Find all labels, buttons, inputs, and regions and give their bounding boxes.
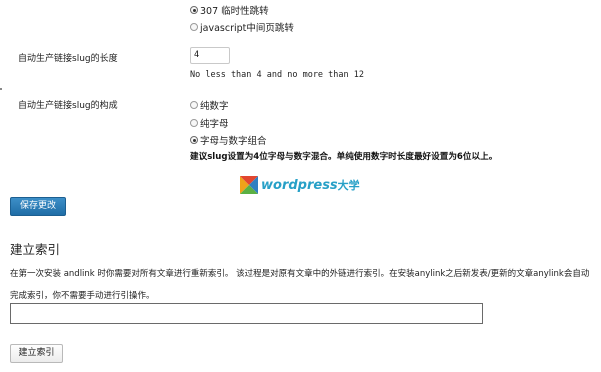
radio-javascript-label: javascript中间页跳转 [200,23,294,34]
radio-option-javascript[interactable]: javascript中间页跳转 [190,20,294,34]
slug-composition-note: 建议slug设置为4位字母与数字混合。单纯使用数字时长度最好设置为6位以上。 [190,152,498,162]
index-section-description: 在第一次安装 andlink 时你需要对所有文章进行重新索引。 该过程是对原有文… [10,269,590,301]
radio-digits-control[interactable] [190,101,198,109]
radio-307-label: 307 临时性跳转 [200,6,269,17]
slug-length-input[interactable]: 4 [190,47,230,64]
radio-javascript-control[interactable] [190,23,198,31]
index-input[interactable] [10,303,483,324]
wordpress-daxue-watermark: wordpress大学 [240,176,360,194]
save-changes-button[interactable]: 保存更改 [10,197,66,216]
slug-composition-label: 自动生产链接slug的构成 [18,101,118,111]
radio-option-mixed[interactable]: 字母与数字组合 [190,133,267,147]
watermark-text: wordpress大学 [261,177,360,193]
index-section-title: 建立索引 [10,242,61,257]
radio-307-control[interactable] [190,6,198,14]
wordpress-daxue-logo-icon [240,176,258,194]
radio-option-307[interactable]: 307 临时性跳转 [190,3,269,17]
watermark-brand: wordpress [261,178,338,193]
build-index-button[interactable]: 建立索引 [10,344,63,363]
radio-mixed-label: 字母与数字组合 [200,136,267,147]
page-edge-mark [0,88,2,90]
slug-length-hint: No less than 4 and no more than 12 [190,70,364,80]
watermark-brand-cn: 大学 [337,179,360,192]
radio-letters-label: 纯字母 [200,119,229,130]
slug-length-label: 自动生产链接slug的长度 [18,54,118,64]
radio-option-letters[interactable]: 纯字母 [190,116,229,130]
radio-letters-control[interactable] [190,119,198,127]
radio-option-digits[interactable]: 纯数字 [190,98,229,112]
radio-digits-label: 纯数字 [200,101,229,112]
radio-mixed-control[interactable] [190,136,198,144]
